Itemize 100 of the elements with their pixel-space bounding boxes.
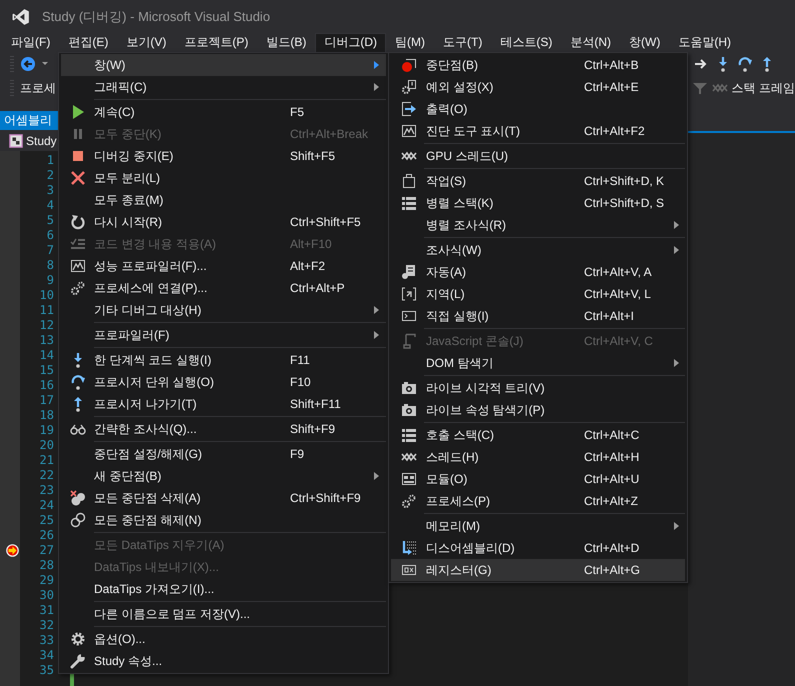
register-icon <box>400 562 416 578</box>
shortcut-label: Ctrl+Shift+F5 <box>290 215 362 229</box>
shortcut-label: Ctrl+Alt+I <box>584 309 636 323</box>
menu-bar-item[interactable]: 파일(F) <box>2 33 60 52</box>
console-icon <box>400 333 416 349</box>
caret-icon[interactable] <box>42 62 48 66</box>
menu-item[interactable]: 간략한 조사식(Q)... Shift+F9 <box>61 418 386 440</box>
line-number: 13 <box>40 333 54 347</box>
menu-item[interactable]: DataTips 가져오기(I)... <box>61 578 386 600</box>
back-icon[interactable] <box>20 56 36 72</box>
menu-item[interactable]: 기타 디버그 대상(H) <box>61 299 386 321</box>
shortcut-label: Ctrl+Alt+V, C <box>584 334 654 348</box>
shortcut-label: Ctrl+Alt+V, A <box>584 265 653 279</box>
menu-item[interactable]: 모듈(O) Ctrl+Alt+U <box>391 468 685 490</box>
menu-item[interactable]: 예외 설정(X) Ctrl+Alt+E <box>391 76 685 98</box>
menu-bar-item[interactable]: 테스트(S) <box>491 33 562 52</box>
line-number: 22 <box>40 468 54 482</box>
menu-item[interactable]: 스레드(H) Ctrl+Alt+H <box>391 446 685 468</box>
shortcut-label: F10 <box>290 375 312 389</box>
menu-item[interactable]: 창(W) <box>61 54 386 76</box>
menu-bar-item[interactable]: 편집(E) <box>59 33 118 52</box>
menu-item[interactable]: 조사식(W) <box>391 239 685 261</box>
menu-item[interactable]: 옵션(O)... <box>61 628 386 650</box>
menu-item[interactable]: 프로세스(P) Ctrl+Alt+Z <box>391 490 685 512</box>
chart-icon <box>400 123 416 139</box>
bag-icon <box>400 173 416 189</box>
menu-item[interactable]: 작업(S) Ctrl+Shift+D, K <box>391 170 685 192</box>
menu-item[interactable]: Study 속성... <box>61 650 386 672</box>
menu-item[interactable]: 프로파일러(F) <box>61 324 386 346</box>
menu-item[interactable]: 레지스터(G) Ctrl+Alt+G <box>391 559 685 581</box>
menu-item[interactable]: 중단점 설정/해제(G) F9 <box>61 443 386 465</box>
menu-item[interactable]: 직접 실행(I) Ctrl+Alt+I <box>391 305 685 327</box>
menu-item[interactable]: 자동(A) Ctrl+Alt+V, A <box>391 261 685 283</box>
menu-item[interactable]: 중단점(B) Ctrl+Alt+B <box>391 54 685 76</box>
line-number: 9 <box>46 273 54 287</box>
restart-icon <box>70 214 86 230</box>
menu-item[interactable]: 병렬 스택(K) Ctrl+Shift+D, S <box>391 192 685 214</box>
menu-item[interactable]: 라이브 시각적 트리(V) <box>391 377 685 399</box>
line-number: 5 <box>46 213 54 227</box>
menu-bar-item[interactable]: 프로젝트(P) <box>175 33 258 52</box>
line-number: 15 <box>40 363 54 377</box>
close-icon <box>70 170 86 186</box>
menu-item[interactable]: 성능 프로파일러(F)... Alt+F2 <box>61 255 386 277</box>
toolbar-label: 프로세 <box>20 80 56 96</box>
menu-item[interactable]: 모든 중단점 해제(N) <box>61 509 386 531</box>
menu-item[interactable]: 출력(O) <box>391 98 685 120</box>
menu-item[interactable]: 다시 시작(R) Ctrl+Shift+F5 <box>61 211 386 233</box>
menu-bar-item[interactable]: 도구(T) <box>434 33 492 52</box>
menu-item[interactable]: 새 중단점(B) <box>61 465 386 487</box>
menu-bar-item[interactable]: 도움말(H) <box>669 33 740 52</box>
menu-bar-item[interactable]: 보기(V) <box>117 33 176 52</box>
menu-item[interactable]: 호출 스택(C) Ctrl+Alt+C <box>391 424 685 446</box>
shortcut-label: Ctrl+Alt+F2 <box>584 124 646 138</box>
menu-item[interactable]: 계속(C) F5 <box>61 101 386 123</box>
menu-bar-item[interactable]: 빌드(B) <box>257 33 316 52</box>
line-number: 19 <box>40 423 54 437</box>
line-number: 16 <box>40 378 54 392</box>
menu-bar-item[interactable]: 디버그(D) <box>315 33 386 52</box>
menu-item[interactable]: 모든 중단점 삭제(A) Ctrl+Shift+F9 <box>61 487 386 509</box>
shortcut-label: Ctrl+Alt+Z <box>584 494 640 508</box>
line-number: 35 <box>40 663 54 677</box>
line-number: 29 <box>40 573 54 587</box>
shortcut-label: Shift+F9 <box>290 422 336 436</box>
menu-item[interactable]: 프로시저 단위 실행(O) F10 <box>61 371 386 393</box>
shortcut-label: Ctrl+Alt+Break <box>290 127 370 141</box>
menu-item[interactable]: 모두 분리(L) <box>61 167 386 189</box>
line-number: 27 <box>40 543 54 557</box>
line-number: 32 <box>40 618 54 632</box>
step-over-icon <box>737 56 753 72</box>
menu-item[interactable]: 지역(L) Ctrl+Alt+V, L <box>391 283 685 305</box>
menu-item[interactable]: 라이브 속성 탐색기(P) <box>391 399 685 421</box>
line-number: 31 <box>40 603 54 617</box>
menu-item[interactable]: 다른 이름으로 덤프 저장(V)... <box>61 603 386 625</box>
menu-item[interactable]: GPU 스레드(U) <box>391 145 685 167</box>
gears-icon <box>400 493 416 509</box>
line-number: 1 <box>46 153 54 167</box>
menu-item[interactable]: 디버깅 중지(E) Shift+F5 <box>61 145 386 167</box>
breakpoints-delete-icon <box>70 490 86 506</box>
menu-bar-item[interactable]: 분석(N) <box>561 33 620 52</box>
line-number: 25 <box>40 513 54 527</box>
shortcut-label: Ctrl+Alt+B <box>584 58 640 72</box>
window-title: Study (디버깅) - Microsoft Visual Studio <box>42 8 270 26</box>
chart-icon <box>70 258 86 274</box>
menu-item[interactable]: DOM 탐색기 <box>391 352 685 374</box>
menu-item[interactable]: 프로시저 나가기(T) Shift+F11 <box>61 393 386 415</box>
menu-item[interactable]: 그래픽(C) <box>61 76 386 98</box>
shortcut-label: Ctrl+Alt+H <box>584 450 640 464</box>
line-number: 30 <box>40 588 54 602</box>
menu-item[interactable]: 디스어셈블리(D) Ctrl+Alt+D <box>391 537 685 559</box>
shortcut-label: F9 <box>290 447 306 461</box>
menu-item[interactable]: 병렬 조사식(R) <box>391 214 685 236</box>
menu-item[interactable]: 프로세스에 연결(P)... Ctrl+Alt+P <box>61 277 386 299</box>
menu-bar-item[interactable]: 창(W) <box>620 33 670 52</box>
menu-item[interactable]: 진단 도구 표시(T) Ctrl+Alt+F2 <box>391 120 685 142</box>
menu-item[interactable]: 모두 종료(M) <box>61 189 386 211</box>
menu-item[interactable]: 한 단계씩 코드 실행(I) F11 <box>61 349 386 371</box>
document-tab[interactable]: Study <box>26 134 57 148</box>
exception-settings-icon <box>400 79 416 95</box>
menu-bar-item[interactable]: 팀(M) <box>386 33 434 52</box>
menu-item[interactable]: 메모리(M) <box>391 515 685 537</box>
